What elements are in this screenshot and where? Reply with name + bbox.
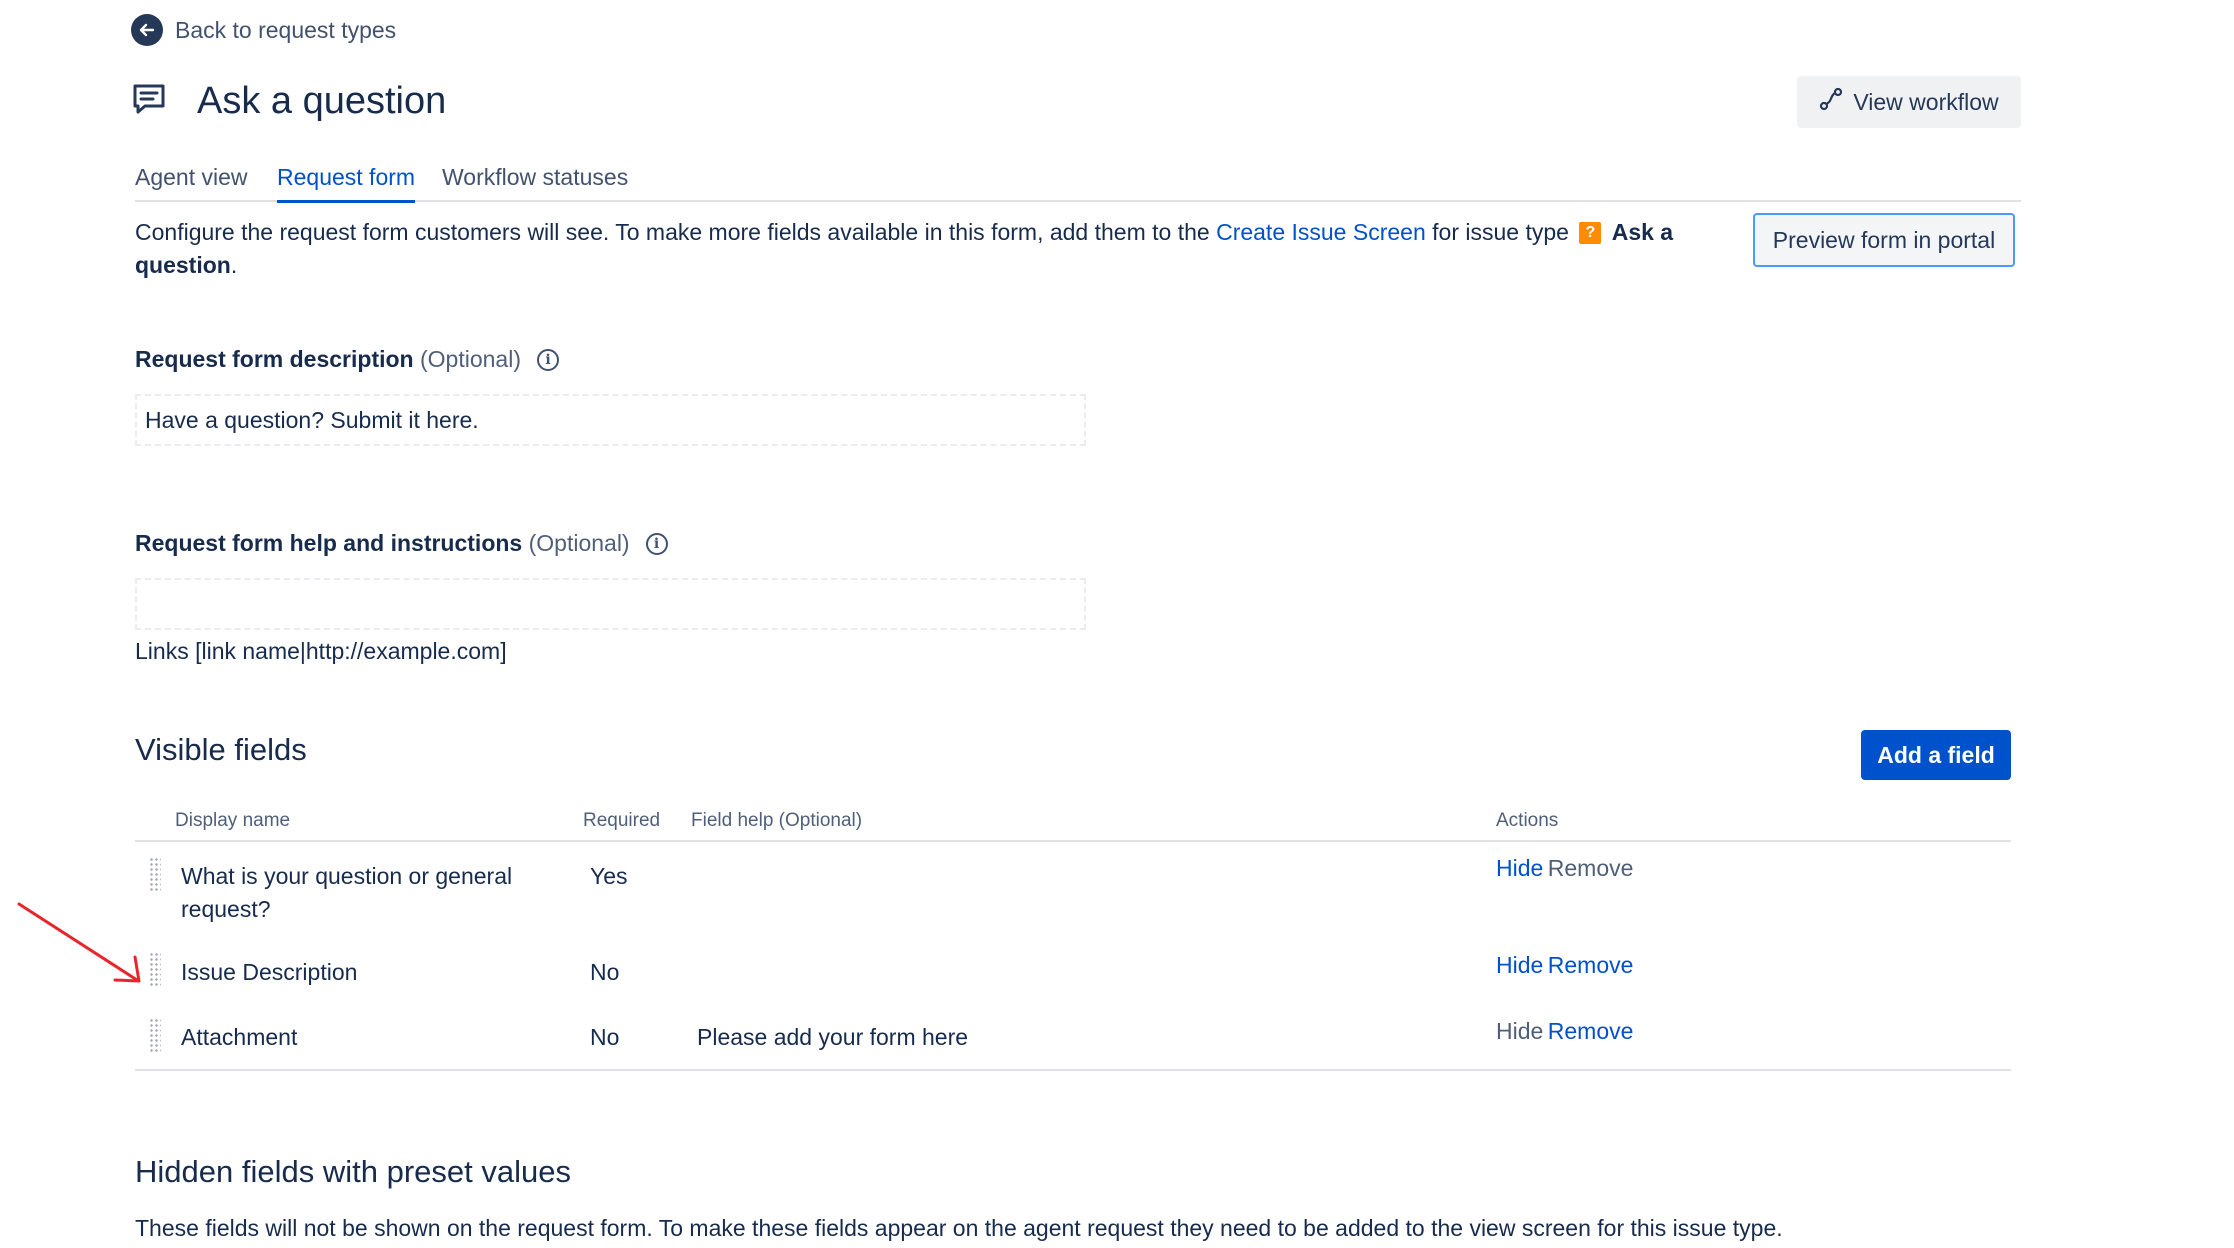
create-issue-screen-link[interactable]: Create Issue Screen (1216, 219, 1426, 245)
view-workflow-label: View workflow (1853, 88, 1999, 115)
workflow-icon (1819, 87, 1843, 117)
column-header-required: Required (583, 810, 661, 831)
table-bottom-divider (135, 1069, 2011, 1071)
field-display-name: Attachment (181, 1024, 298, 1050)
intro-text: Configure the request form customers wil… (135, 216, 1695, 282)
intro-text-end: . (230, 252, 238, 278)
column-header-field-help: Field help (Optional) (691, 810, 863, 831)
table-header-divider (135, 840, 2011, 842)
page-header: Ask a question (131, 80, 446, 123)
field-help-text[interactable]: Please add your form here (697, 1021, 968, 1054)
request-form-help-input[interactable] (135, 578, 1086, 630)
preview-form-in-portal-button[interactable]: Preview form in portal (1753, 213, 2015, 267)
field-required: No (590, 1024, 620, 1050)
drag-handle-icon[interactable] (149, 1018, 161, 1054)
request-form-description-input[interactable]: Have a question? Submit it here. (135, 394, 1086, 446)
column-header-actions: Actions (1496, 810, 1559, 831)
visible-fields-title: Visible fields (135, 732, 307, 767)
help-links-hint: Links [link name|http://example.com] (135, 638, 507, 664)
drag-handle-icon[interactable] (149, 952, 161, 988)
tab-request-form[interactable]: Request form (277, 164, 416, 203)
info-icon[interactable]: i (645, 532, 668, 555)
comment-icon (131, 83, 167, 120)
remove-action[interactable]: Remove (1548, 952, 1634, 978)
field-required: Yes (590, 863, 628, 889)
description-label-text: Request form description (135, 346, 414, 372)
field-display-name: What is your question or general request… (181, 863, 513, 922)
description-optional: (Optional) (420, 346, 521, 372)
field-display-name: Issue Description (181, 959, 358, 985)
hide-action: Hide (1496, 1018, 1544, 1044)
add-a-field-button[interactable]: Add a field (1861, 730, 2011, 780)
field-required: No (590, 959, 620, 985)
view-workflow-button[interactable]: View workflow (1797, 76, 2021, 128)
column-header-display-name: Display name (175, 810, 291, 831)
row-actions: Hide Remove (1496, 855, 1633, 882)
tab-bar: Agent view Request form Workflow statuse… (135, 160, 2021, 203)
annotation-arrow-icon (17, 902, 141, 983)
row-actions: Hide Remove (1496, 1018, 1633, 1045)
page-title: Ask a question (197, 80, 447, 122)
help-label: Request form help and instructions (Opti… (135, 530, 668, 557)
question-issue-type-icon: ? (1579, 222, 1602, 244)
hidden-fields-description: These fields will not be shown on the re… (135, 1215, 1783, 1241)
tab-workflow-statuses[interactable]: Workflow statuses (442, 164, 628, 191)
description-label: Request form description (Optional) i (135, 346, 559, 373)
hide-action[interactable]: Hide (1496, 952, 1543, 978)
info-icon[interactable]: i (536, 348, 559, 371)
help-optional: (Optional) (528, 530, 630, 556)
tab-agent-view[interactable]: Agent view (135, 164, 248, 191)
drag-handle-icon[interactable] (149, 857, 161, 893)
arrow-left-icon (131, 14, 163, 46)
row-actions: Hide Remove (1496, 952, 1633, 979)
remove-action[interactable]: Remove (1548, 1018, 1634, 1044)
intro-text-middle: for issue type (1425, 219, 1576, 245)
intro-text-before: Configure the request form customers wil… (135, 219, 1217, 245)
help-label-text: Request form help and instructions (135, 530, 523, 556)
back-label: Back to request types (175, 16, 397, 43)
remove-action: Remove (1547, 855, 1634, 881)
hidden-fields-title: Hidden fields with preset values (135, 1154, 571, 1189)
back-to-request-types-link[interactable]: Back to request types (131, 14, 396, 46)
hide-action[interactable]: Hide (1496, 855, 1543, 881)
